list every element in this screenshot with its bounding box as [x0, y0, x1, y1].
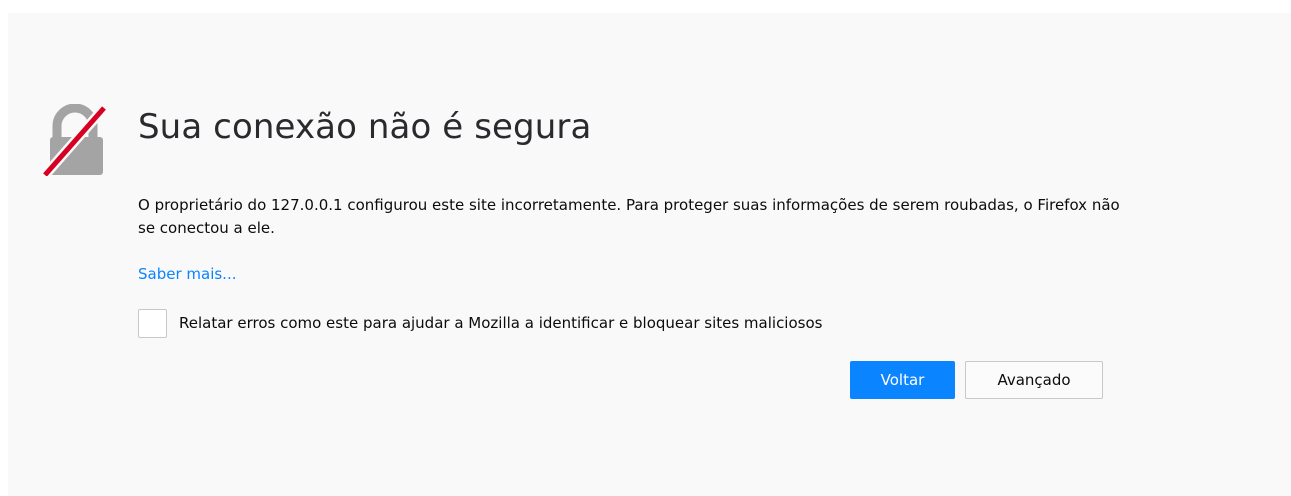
learn-more-link[interactable]: Saber mais...: [138, 265, 237, 283]
broken-lock-icon: [42, 104, 108, 176]
back-button[interactable]: Voltar: [850, 361, 955, 399]
report-errors-label[interactable]: Relatar erros como este para ajudar a Mo…: [179, 314, 822, 332]
error-page-container: Sua conexão não é segura O proprietário …: [8, 13, 1291, 496]
report-errors-row[interactable]: Relatar erros como este para ajudar a Mo…: [138, 307, 822, 339]
report-errors-checkbox[interactable]: [138, 308, 167, 338]
advanced-button[interactable]: Avançado: [965, 361, 1103, 399]
error-description: O proprietário do 127.0.0.1 configurou e…: [138, 196, 1120, 237]
page-title: Sua conexão não é segura: [138, 107, 592, 147]
